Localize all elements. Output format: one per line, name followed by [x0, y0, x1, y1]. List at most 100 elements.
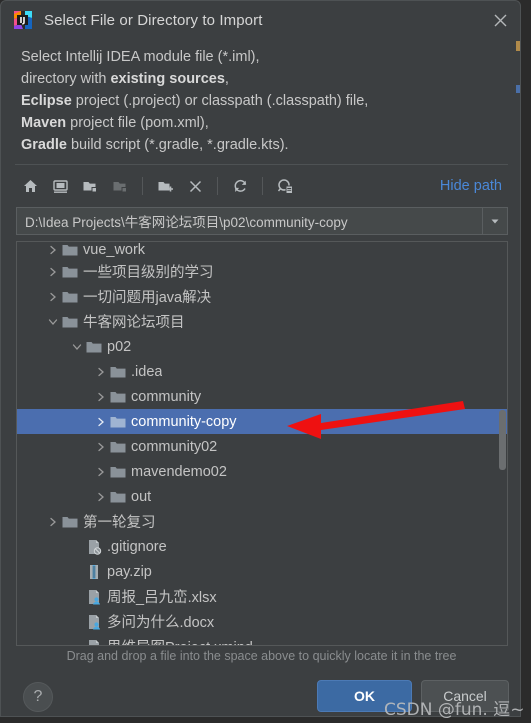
chevron-down-icon[interactable] [45, 314, 61, 330]
folder-icon [109, 414, 127, 430]
chevron-right-icon[interactable] [93, 439, 109, 455]
user-file-icon [85, 614, 103, 630]
tree-row[interactable]: .idea [17, 359, 507, 384]
chevron-down-icon[interactable] [69, 339, 85, 355]
close-icon[interactable] [486, 7, 514, 33]
description-line-3: Eclipse project (.project) or classpath … [21, 90, 491, 112]
tree-row[interactable]: out [17, 484, 507, 509]
drag-drop-hint: Drag and drop a file into the space abov… [66, 649, 457, 663]
project-folder-icon[interactable] [75, 172, 105, 200]
path-input[interactable]: D:\Idea Projects\牛客网论坛项目\p02\community-c… [16, 207, 482, 235]
user-file-icon [85, 639, 103, 645]
tree-row[interactable]: 一些项目级别的学习 [17, 259, 507, 284]
new-folder-icon[interactable] [150, 172, 180, 200]
description-line-4-bold: Maven [21, 115, 67, 131]
title-bar: IJ Select File or Directory to Import [1, 1, 522, 39]
tree-row-label: community [131, 388, 202, 405]
path-row: D:\Idea Projects\牛客网论坛项目\p02\community-c… [16, 207, 508, 235]
tree-row-label: mavendemo02 [131, 463, 227, 480]
folder-icon [85, 339, 103, 355]
tree-row-label: 第一轮复习 [83, 515, 156, 531]
gitignore-file-icon [85, 539, 103, 555]
tree-row[interactable]: pay.zip [17, 559, 507, 584]
tree-row[interactable]: .gitignore [17, 534, 507, 559]
chevron-right-icon[interactable] [45, 514, 61, 530]
folder-icon [61, 264, 79, 280]
module-folder-icon [105, 172, 135, 200]
tree-row[interactable]: 第一轮复习 [17, 509, 507, 534]
tree-row[interactable]: 多问为什么.docx [17, 609, 507, 634]
edge-artifact-orange [516, 41, 520, 51]
tree-row-label: 思维导图Project.xmind [107, 636, 253, 645]
edge-artifact-blue [516, 85, 520, 93]
folder-icon [109, 364, 127, 380]
tree-row[interactable]: mavendemo02 [17, 459, 507, 484]
description-line-3-post: project (.project) or classpath (.classp… [71, 93, 369, 109]
tree-row[interactable]: vue_work [17, 242, 507, 259]
tree-row-label: pay.zip [107, 563, 152, 580]
chevron-right-icon[interactable] [93, 464, 109, 480]
home-icon[interactable] [15, 172, 45, 200]
chevron-right-icon[interactable] [93, 364, 109, 380]
tree-row[interactable]: 一切问题用java解决 [17, 284, 507, 309]
user-file-icon [85, 589, 103, 605]
cancel-button[interactable]: Cancel [421, 680, 509, 712]
tree-row-label: 一切问题用java解决 [83, 290, 212, 306]
tree-row-label: .idea [131, 363, 163, 380]
dialog-description: Select Intellij IDEA module file (*.iml)… [21, 46, 491, 156]
tree-row[interactable]: community-copy [17, 409, 507, 434]
description-line-4-post: project file (pom.xml), [66, 115, 209, 131]
tree-row[interactable]: community [17, 384, 507, 409]
tree-row[interactable]: 牛客网论坛项目 [17, 309, 507, 334]
zip-file-icon [85, 564, 103, 580]
tree-row-label: community02 [131, 438, 218, 455]
description-line-2-bold: existing sources [110, 71, 225, 87]
folder-icon [61, 289, 79, 305]
chevron-down-icon[interactable] [482, 207, 508, 235]
folder-icon [61, 242, 79, 258]
description-line-5-post: build script (*.gradle, *.gradle.kts). [66, 137, 289, 153]
tree-row-label: .gitignore [107, 538, 167, 555]
folder-icon [109, 489, 127, 505]
file-toolbar: Hide path [15, 171, 508, 201]
chevron-right-icon[interactable] [93, 414, 109, 430]
folder-icon [109, 464, 127, 480]
file-tree[interactable]: vue_work 一些项目级别的学习 一切问题用java解决 牛客网论坛项目 p… [16, 241, 508, 646]
import-file-dialog: IJ Select File or Directory to Import Se… [0, 0, 531, 723]
desktop-icon[interactable] [45, 172, 75, 200]
chevron-right-icon[interactable] [45, 289, 61, 305]
dialog-frame: IJ Select File or Directory to Import Se… [0, 0, 524, 720]
vertical-scrollbar[interactable] [498, 242, 507, 645]
chevron-right-icon[interactable] [45, 242, 61, 258]
chevron-right-icon[interactable] [45, 264, 61, 280]
description-line-1: Select Intellij IDEA module file (*.iml)… [21, 46, 491, 68]
svg-text:IJ: IJ [20, 16, 26, 25]
tree-row-label: 一些项目级别的学习 [83, 265, 214, 281]
help-button[interactable]: ? [23, 682, 53, 712]
tree-row[interactable]: 周报_吕九峦.xlsx [17, 584, 507, 609]
folder-icon [109, 439, 127, 455]
refresh-icon[interactable] [225, 172, 255, 200]
chevron-right-icon[interactable] [93, 489, 109, 505]
tree-row-label: p02 [107, 338, 132, 355]
file-tree-rows: vue_work 一些项目级别的学习 一切问题用java解决 牛客网论坛项目 p… [17, 242, 507, 645]
show-hidden-files-icon[interactable] [270, 172, 300, 200]
chevron-right-icon[interactable] [93, 389, 109, 405]
folder-icon [61, 514, 79, 530]
dialog-title: Select File or Directory to Import [44, 11, 263, 29]
tree-row[interactable]: community02 [17, 434, 507, 459]
toolbar-divider-3 [262, 177, 263, 195]
scrollbar-thumb[interactable] [499, 410, 506, 470]
tree-row-label: 多问为什么.docx [107, 615, 215, 631]
description-line-4: Maven project file (pom.xml), [21, 112, 491, 134]
hide-path-link[interactable]: Hide path [440, 178, 508, 194]
description-line-2-post: , [224, 71, 229, 87]
tree-row-label: community-copy [131, 413, 237, 430]
toolbar-divider-1 [142, 177, 143, 195]
tree-row[interactable]: 思维导图Project.xmind [17, 634, 507, 645]
ok-button[interactable]: OK [317, 680, 412, 712]
divider [15, 164, 508, 165]
description-line-2: directory with existing sources, [21, 68, 491, 90]
tree-row[interactable]: p02 [17, 334, 507, 359]
delete-icon[interactable] [180, 172, 210, 200]
